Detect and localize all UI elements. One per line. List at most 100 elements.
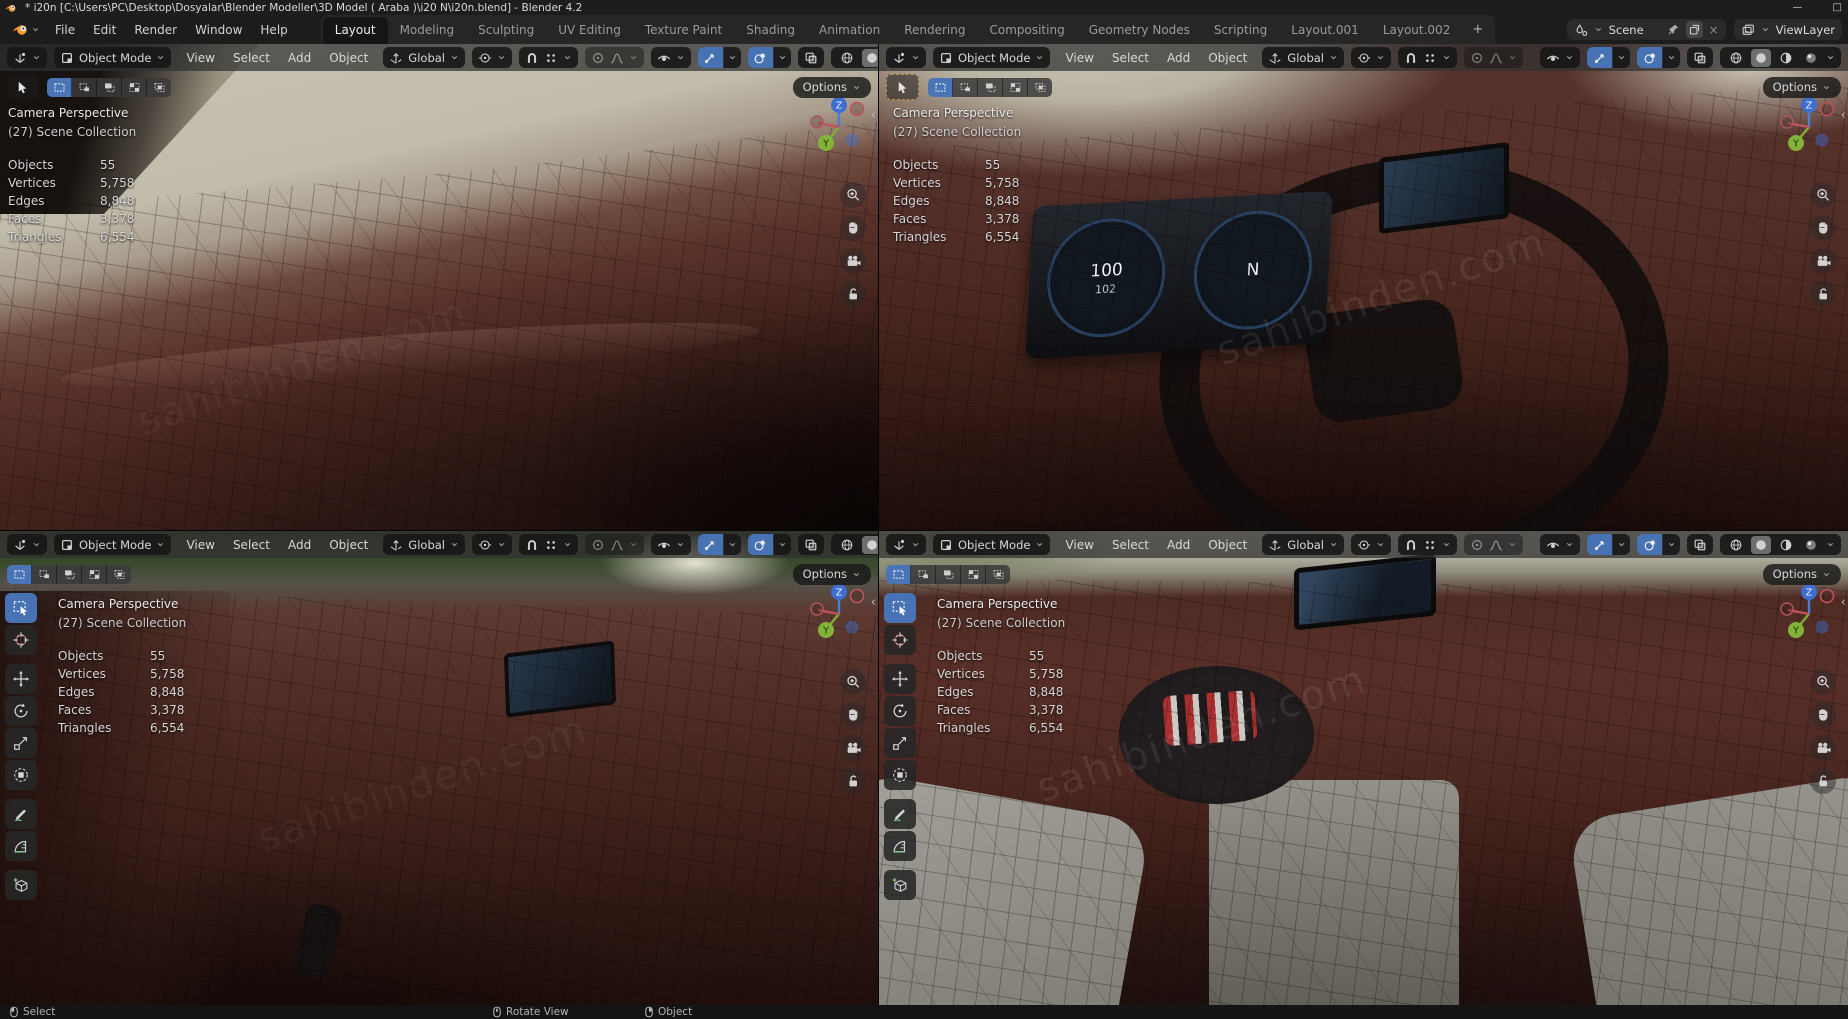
- camera-view-button[interactable]: [1810, 248, 1836, 274]
- tab-layout-002[interactable]: Layout.002: [1371, 17, 1463, 44]
- options-dropdown[interactable]: Options: [792, 76, 871, 98]
- select-mode-set[interactable]: [928, 77, 953, 97]
- gizmos-toggle[interactable]: [697, 534, 741, 555]
- options-dropdown[interactable]: Options: [1762, 76, 1841, 98]
- select-mode-invert[interactable]: [961, 564, 986, 584]
- unlink-scene-button[interactable]: ×: [1709, 24, 1719, 36]
- proportional-editing-controls[interactable]: [584, 534, 644, 555]
- tool-rotate[interactable]: [884, 696, 916, 726]
- pin-icon[interactable]: [1667, 23, 1680, 36]
- tool-move[interactable]: [884, 664, 916, 694]
- snap-controls[interactable]: [1397, 534, 1457, 555]
- overlays-toggle[interactable]: [1637, 534, 1680, 555]
- transform-orientation-selector[interactable]: Global: [1262, 534, 1344, 555]
- mode-selector[interactable]: Object Mode: [54, 534, 172, 555]
- navigation-gizmo[interactable]: [1778, 581, 1840, 643]
- select-mode-extend[interactable]: [72, 77, 97, 97]
- xray-toggle[interactable]: [797, 534, 824, 555]
- active-tool-button[interactable]: [7, 75, 38, 99]
- tab-animation[interactable]: Animation: [807, 17, 892, 44]
- zoom-button[interactable]: [840, 669, 866, 695]
- transform-orientation-selector[interactable]: Global: [383, 534, 465, 555]
- xray-toggle[interactable]: [1687, 47, 1713, 68]
- camera-view-button[interactable]: [840, 248, 866, 274]
- overlays-toggle[interactable]: [747, 47, 791, 68]
- rendered-shading-button[interactable]: [1801, 49, 1821, 67]
- tab-layout-001[interactable]: Layout.001: [1279, 17, 1371, 44]
- proportional-editing-controls[interactable]: [1463, 534, 1523, 555]
- tool-annotate[interactable]: [884, 799, 916, 829]
- lock-view-button[interactable]: [840, 281, 866, 307]
- select-menu[interactable]: Select: [1104, 536, 1157, 554]
- select-mode-invert[interactable]: [82, 564, 107, 584]
- select-mode-invert[interactable]: [1003, 77, 1028, 97]
- overlays-toggle[interactable]: [747, 534, 791, 555]
- tool-measure[interactable]: [5, 831, 37, 861]
- add-menu[interactable]: Add: [1159, 536, 1198, 554]
- tool-transform[interactable]: [884, 760, 916, 790]
- view-menu[interactable]: View: [1057, 536, 1101, 554]
- pivot-point-selector[interactable]: [471, 534, 512, 555]
- tab-layout[interactable]: Layout: [322, 17, 388, 44]
- navigation-gizmo[interactable]: [808, 581, 870, 643]
- tool-cursor[interactable]: [5, 625, 37, 655]
- editor-type-button[interactable]: [7, 47, 47, 68]
- solid-shading-button[interactable]: [861, 535, 878, 554]
- wireframe-shading-button[interactable]: [1726, 536, 1746, 554]
- object-menu[interactable]: Object: [321, 49, 376, 67]
- menu-render[interactable]: Render: [125, 20, 186, 40]
- pan-button[interactable]: [1810, 215, 1836, 241]
- select-mode-extend[interactable]: [32, 564, 57, 584]
- zoom-button[interactable]: [1810, 669, 1836, 695]
- tool-add-cube[interactable]: [5, 870, 37, 900]
- lock-view-button[interactable]: [1810, 768, 1836, 794]
- blender-app-menu[interactable]: [6, 21, 46, 38]
- pivot-point-selector[interactable]: [1350, 534, 1391, 555]
- visibility-dropdown[interactable]: [1540, 534, 1580, 555]
- overlays-toggle[interactable]: [1637, 47, 1680, 68]
- maximize-button[interactable]: □: [1833, 0, 1842, 15]
- tab-compositing[interactable]: Compositing: [977, 17, 1076, 44]
- tool-measure[interactable]: [884, 831, 916, 861]
- options-dropdown[interactable]: Options: [1762, 563, 1841, 585]
- menu-window[interactable]: Window: [186, 20, 251, 40]
- zoom-button[interactable]: [1810, 182, 1836, 208]
- select-mode-extend[interactable]: [911, 564, 936, 584]
- tool-annotate[interactable]: [5, 799, 37, 829]
- viewport-top-right[interactable]: 100 102 N sahibinden.com: [879, 44, 1848, 530]
- minimize-button[interactable]: —: [1793, 0, 1803, 15]
- sidebar-toggle[interactable]: ‹: [1841, 595, 1846, 610]
- select-mode-subtract[interactable]: [978, 77, 1003, 97]
- select-mode-intersect[interactable]: [1028, 77, 1052, 97]
- mode-selector[interactable]: Object Mode: [933, 534, 1051, 555]
- select-mode-set[interactable]: [7, 564, 32, 584]
- tool-select-box[interactable]: [884, 593, 916, 623]
- solid-shading-button[interactable]: [1751, 535, 1771, 554]
- tab-sculpting[interactable]: Sculpting: [466, 17, 546, 44]
- sidebar-toggle[interactable]: ‹: [1841, 108, 1846, 123]
- select-mode-subtract[interactable]: [936, 564, 961, 584]
- snap-controls[interactable]: [518, 534, 578, 555]
- tool-transform[interactable]: [5, 760, 37, 790]
- wireframe-shading-button[interactable]: [837, 49, 857, 67]
- tool-move[interactable]: [5, 664, 37, 694]
- zoom-button[interactable]: [840, 182, 866, 208]
- material-preview-button[interactable]: [1776, 49, 1796, 67]
- transform-orientation-selector[interactable]: Global: [383, 47, 465, 68]
- editor-type-button[interactable]: [7, 534, 47, 555]
- add-workspace-button[interactable]: +: [1462, 17, 1493, 44]
- select-menu[interactable]: Select: [1104, 49, 1157, 67]
- sidebar-toggle[interactable]: ‹: [871, 595, 876, 610]
- tool-cursor[interactable]: [884, 625, 916, 655]
- options-dropdown[interactable]: Options: [792, 563, 871, 585]
- navigation-gizmo[interactable]: [808, 94, 870, 156]
- visibility-dropdown[interactable]: [650, 47, 691, 68]
- xray-toggle[interactable]: [1687, 534, 1713, 555]
- snap-controls[interactable]: [518, 47, 578, 68]
- sidebar-toggle[interactable]: ‹: [871, 108, 876, 123]
- mode-selector[interactable]: Object Mode: [933, 47, 1051, 68]
- tab-geometry-nodes[interactable]: Geometry Nodes: [1077, 17, 1202, 44]
- pan-button[interactable]: [840, 215, 866, 241]
- select-mode-set[interactable]: [886, 564, 911, 584]
- menu-edit[interactable]: Edit: [84, 20, 125, 40]
